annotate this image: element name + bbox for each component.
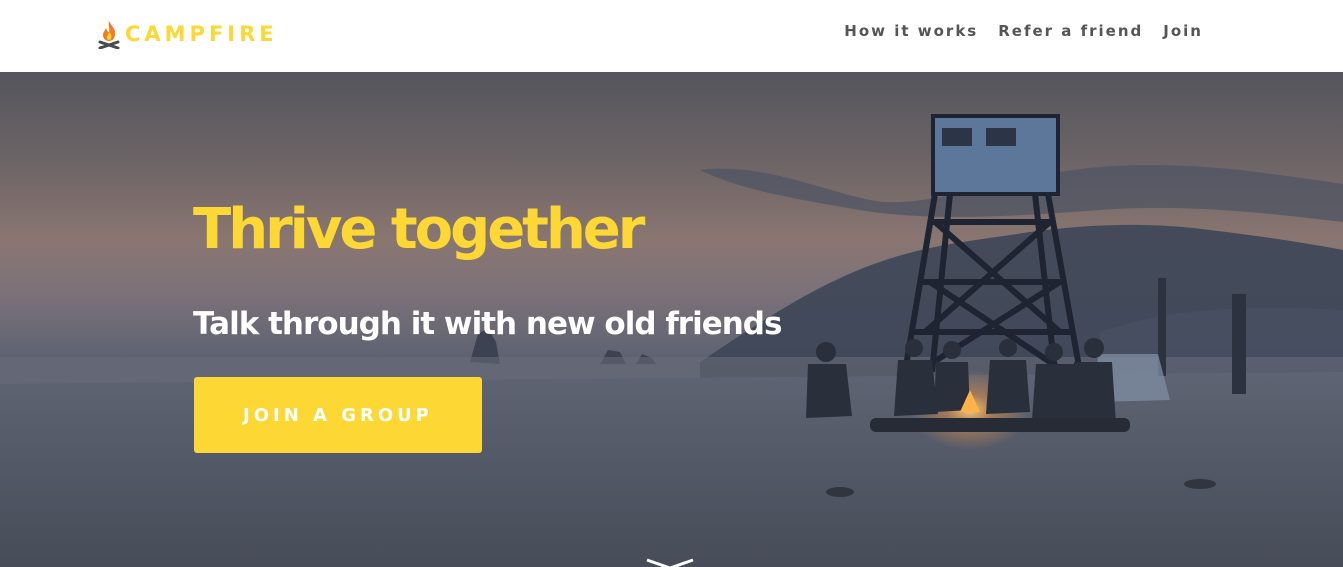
nav-refer-a-friend[interactable]: Refer a friend <box>998 22 1143 40</box>
hero-subtitle: Talk through it with new old friends <box>193 306 782 342</box>
hero-section: Thrive together Talk through it with new… <box>0 72 1343 567</box>
nav-join[interactable]: Join <box>1163 22 1203 40</box>
site-header: CAMPFIRE How it works Refer a friend Joi… <box>0 0 1343 72</box>
brand-name: CAMPFIRE <box>125 22 278 46</box>
brand-logo[interactable]: CAMPFIRE <box>97 18 278 50</box>
hero-title: Thrive together <box>193 197 645 262</box>
campfire-icon <box>98 21 120 49</box>
main-nav: How it works Refer a friend Join <box>824 22 1203 40</box>
chevron-down-icon[interactable] <box>645 558 695 567</box>
join-a-group-button[interactable]: JOIN A GROUP <box>194 377 482 453</box>
nav-how-it-works[interactable]: How it works <box>844 22 978 40</box>
